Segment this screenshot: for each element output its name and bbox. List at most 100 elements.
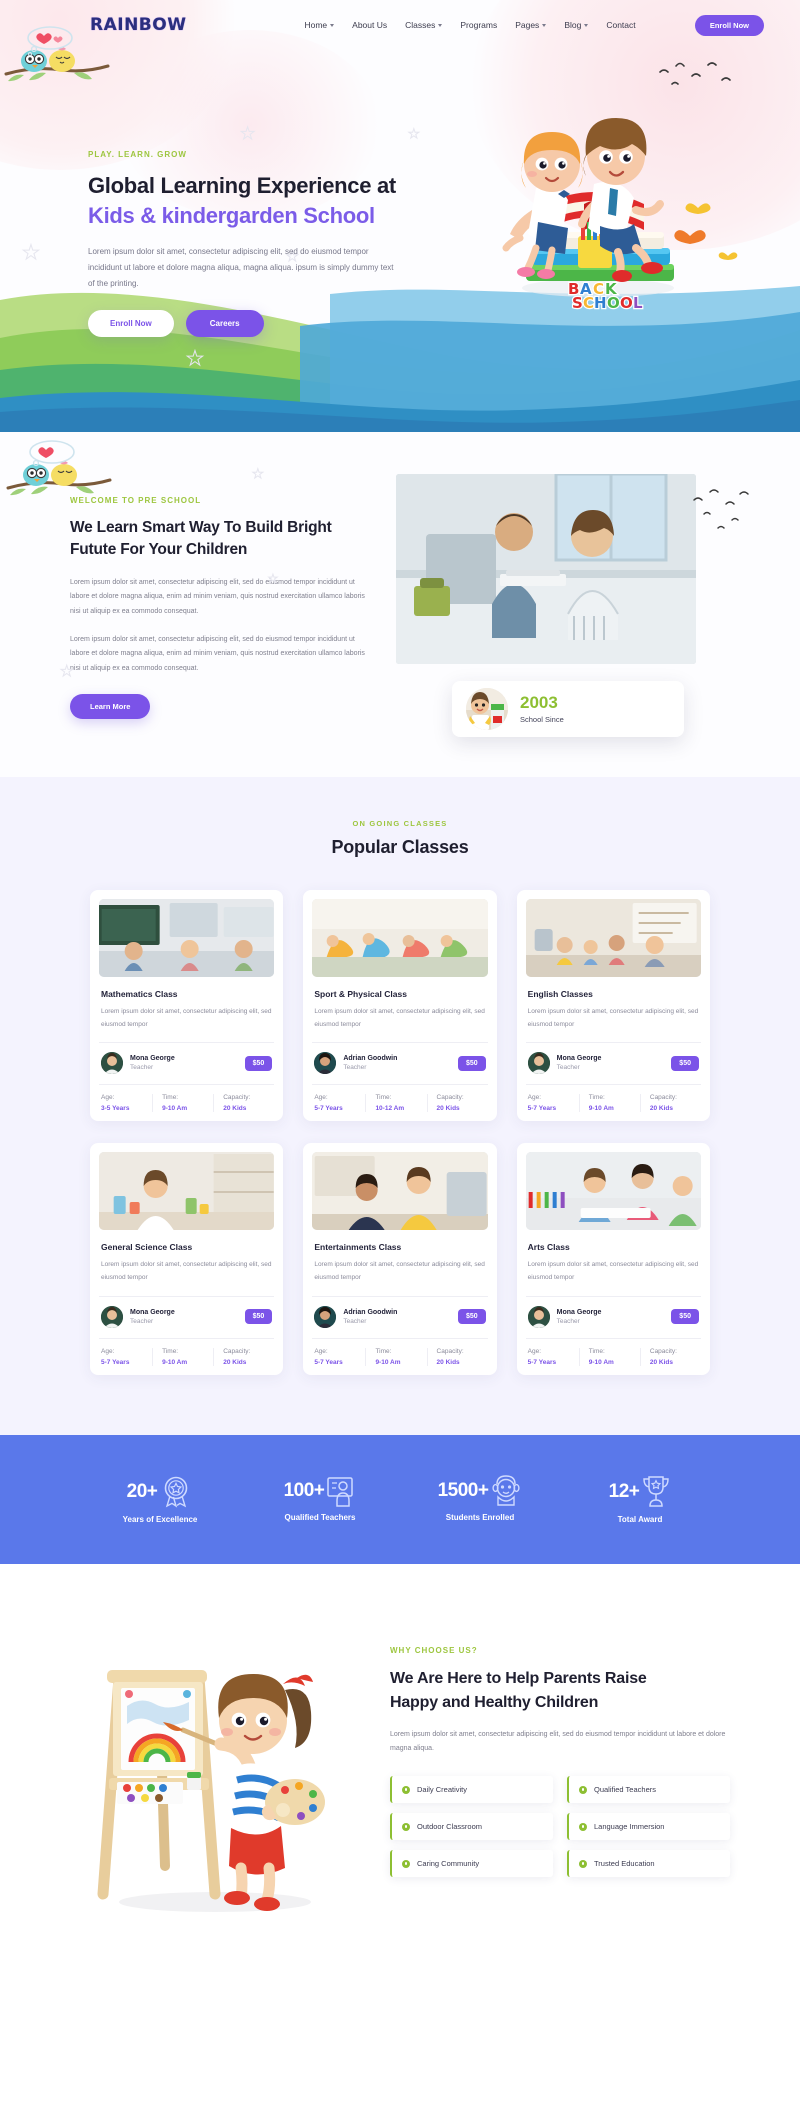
class-card-age: Age: 5-7 Years: [312, 1094, 365, 1112]
teacher-role: Teacher: [130, 1064, 154, 1072]
about-learn-more-button[interactable]: Learn More: [70, 694, 151, 719]
class-card-teacher-meta: Mona George Teacher: [557, 1309, 602, 1325]
class-card-title: English Classes: [527, 989, 593, 999]
class-card-teacher: Adrian Goodwin Teacher $50: [312, 1043, 487, 1075]
value-capacity: 20 Kids: [223, 1358, 247, 1366]
label-time: Time:: [162, 1347, 179, 1355]
hero-enroll-now-button[interactable]: Enroll Now: [88, 310, 174, 338]
value-capacity: 20 Kids: [649, 1358, 673, 1366]
chevron-down-icon: [542, 24, 547, 27]
star-decoration: ★: [408, 126, 421, 142]
why-paragraph: Lorem ipsum dolor sit amet, consectetur …: [390, 1730, 726, 1753]
stat-label: Students Enrolled: [445, 1512, 515, 1522]
feature-item-qualified-teachers[interactable]: Qualified Teachers: [567, 1776, 730, 1804]
feature-item-language-immersion[interactable]: Language Immersion: [567, 1813, 730, 1841]
star-decoration: ★: [268, 573, 279, 586]
label-time: Time:: [162, 1094, 179, 1102]
school-since-year: 2003: [520, 693, 558, 712]
feature-item-daily-creativity[interactable]: Daily Creativity: [390, 1776, 553, 1804]
value-age: 5-7 Years: [527, 1358, 557, 1366]
class-card-description: Lorem ipsum dolor sit amet, consectetur …: [314, 1261, 485, 1282]
nav-item-classes[interactable]: Classes: [405, 20, 443, 30]
feature-item-caring-community[interactable]: Caring Community: [390, 1850, 553, 1878]
class-card-teacher-meta: Mona George Teacher: [130, 1055, 175, 1071]
about-paragraph-1: Lorem ipsum dolor sit amet, consectetur …: [70, 578, 365, 615]
class-card[interactable]: Entertainments Class Lorem ipsum dolor s…: [303, 1143, 497, 1375]
why-choose-us-section: WHY CHOOSE US? We Are Here to Help Paren…: [0, 1563, 800, 1976]
popular-classes-section: ON GOING CLASSES Popular Classes Mathema…: [0, 777, 800, 1435]
check-dot-icon: [579, 1785, 587, 1794]
class-card-title: General Science Class: [101, 1242, 193, 1253]
class-card-capacity: Capacity: 20 Kids: [213, 1094, 274, 1113]
value-capacity: 20 Kids: [223, 1105, 247, 1113]
hero-careers-button[interactable]: Careers: [185, 310, 264, 338]
check-dot-icon: [402, 1859, 410, 1868]
class-card-title: Arts Class: [527, 1242, 570, 1253]
star-decoration: ★: [186, 348, 205, 371]
school-since-card: 2003 School Since: [452, 681, 684, 737]
nav-item-programs[interactable]: Programs: [460, 20, 497, 30]
value-age: 5-7 Years: [314, 1105, 343, 1113]
class-card[interactable]: Mathematics Class Lorem ipsum dolor sit …: [90, 890, 284, 1122]
feature-label: Daily Creativity: [417, 1785, 468, 1795]
class-card[interactable]: Sport & Physical Class Lorem ipsum dolor…: [303, 890, 497, 1122]
label-age: Age:: [101, 1347, 115, 1355]
class-card-description: Lorem ipsum dolor sit amet, consectetur …: [527, 1008, 699, 1028]
nav-label: Classes: [405, 20, 436, 30]
about-text-column: WELCOME TO PRE SCHOOL We Learn Smart Way…: [70, 474, 370, 719]
header-enroll-now-button[interactable]: Enroll Now: [694, 14, 764, 36]
class-card-capacity: Capacity: 20 Kids: [426, 1347, 488, 1366]
avatar: [101, 1052, 123, 1075]
class-card[interactable]: Arts Class Lorem ipsum dolor sit amet, c…: [516, 1143, 710, 1375]
feature-item-outdoor-classroom[interactable]: Outdoor Classroom: [390, 1813, 553, 1841]
label-age: Age:: [101, 1094, 115, 1102]
class-card[interactable]: English Classes Lorem ipsum dolor sit am…: [516, 890, 710, 1122]
class-card-capacity: Capacity: 20 Kids: [639, 1094, 701, 1113]
class-card-capacity: Capacity: 20 Kids: [639, 1347, 701, 1366]
class-card-price: $50: [244, 1309, 273, 1325]
feature-item-trusted-education[interactable]: Trusted Education: [567, 1850, 730, 1878]
class-card-image: [312, 1152, 488, 1231]
class-card-description: Lorem ipsum dolor sit amet, consectetur …: [101, 1008, 272, 1028]
value-capacity: 20 Kids: [649, 1105, 673, 1113]
class-card-time: Time: 9-10 Am: [152, 1347, 213, 1366]
stat-row: 100+: [240, 1475, 400, 1507]
value-age: 3-5 Years: [101, 1105, 130, 1113]
nav-item-home[interactable]: Home: [304, 20, 335, 30]
class-card-footer: Age: 5-7 Years Time: 9-10 Am Capacity: 2…: [525, 1084, 701, 1113]
label-capacity: Capacity:: [649, 1094, 677, 1102]
class-card-price: $50: [244, 1055, 273, 1071]
classes-title: Popular Classes: [331, 837, 469, 857]
chevron-down-icon: [584, 24, 589, 27]
value-time: 9-10 Am: [588, 1105, 614, 1113]
hero-illustration: B A C K S C H O O L: [460, 60, 750, 315]
about-title-line2: Futute For Your Children: [70, 541, 248, 559]
nav-item-blog[interactable]: Blog: [564, 20, 589, 30]
site-logo[interactable]: RAINBOW: [90, 15, 186, 35]
star-decoration: ★: [59, 663, 74, 681]
nav-item-about-us[interactable]: About Us: [352, 20, 387, 30]
nav-item-pages[interactable]: Pages: [515, 20, 547, 30]
class-card[interactable]: General Science Class Lorem ipsum dolor …: [90, 1143, 284, 1375]
hero-title: Global Learning Experience at Kids & kin…: [88, 171, 418, 230]
value-capacity: 20 Kids: [436, 1358, 460, 1366]
student-icon: [492, 1474, 521, 1506]
nav-label: Home: [304, 20, 328, 30]
label-capacity: Capacity:: [436, 1347, 464, 1355]
class-card-time: Time: 9-10 Am: [578, 1094, 640, 1113]
stat-number: 20+: [126, 1480, 158, 1502]
stat-row: 20+: [80, 1475, 240, 1509]
about-title: We Learn Smart Way To Build Bright Futut…: [70, 517, 370, 562]
label-time: Time:: [375, 1094, 392, 1102]
label-capacity: Capacity:: [223, 1094, 251, 1102]
class-card-time: Time: 9-10 Am: [365, 1347, 426, 1366]
check-dot-icon: [402, 1822, 410, 1831]
stat-label: Years of Excellence: [122, 1514, 198, 1524]
star-decoration: ★: [239, 124, 256, 144]
class-card-teacher-meta: Adrian Goodwin Teacher: [343, 1055, 397, 1071]
chevron-down-icon: [330, 24, 335, 27]
value-time: 9-10 Am: [375, 1358, 401, 1366]
why-inner: WHY CHOOSE US? We Are Here to Help Paren…: [70, 1616, 730, 1916]
nav-item-contact[interactable]: Contact: [606, 20, 635, 30]
feature-grid: Daily Creativity Qualified Teachers Outd…: [390, 1776, 730, 1878]
